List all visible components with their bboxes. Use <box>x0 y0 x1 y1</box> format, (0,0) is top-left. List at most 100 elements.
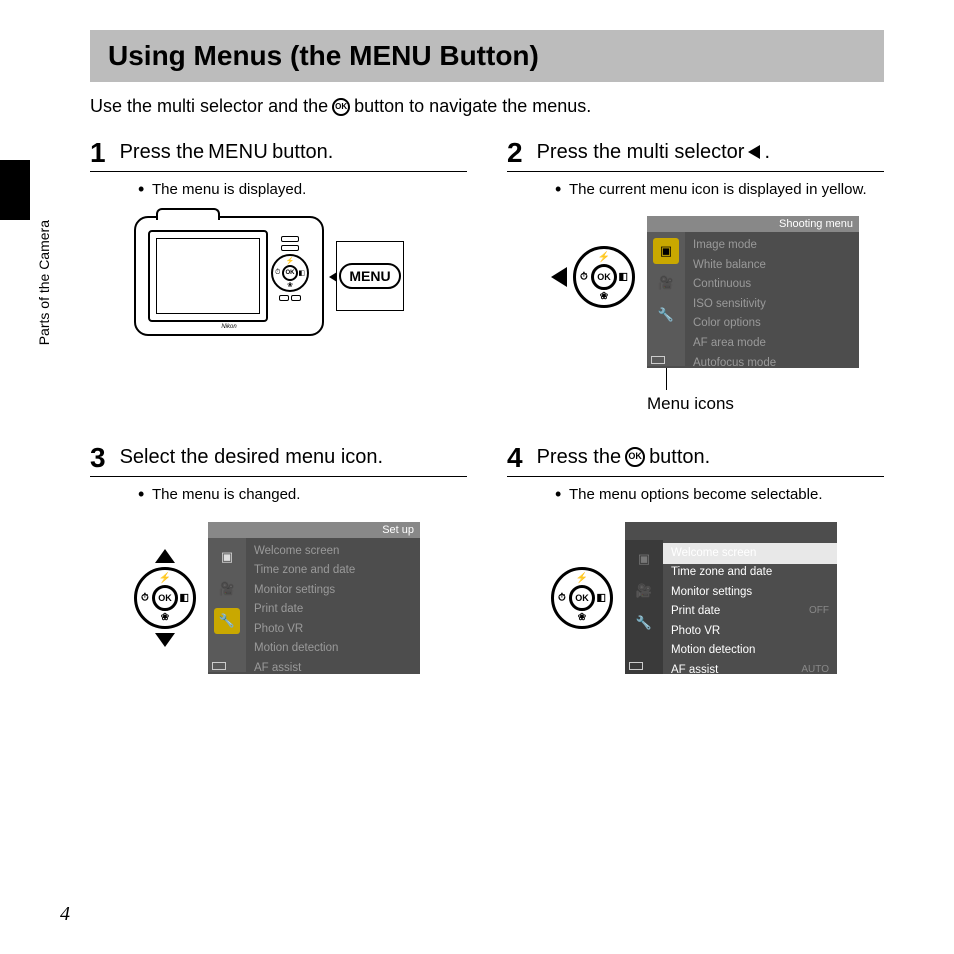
multi-selector-icon: ⚡ ⏱ ◧ ❀ OK <box>134 567 196 629</box>
step-bullet: The menu is displayed. <box>138 180 467 200</box>
movie-mode-icon: 🎥 <box>631 578 657 604</box>
ok-center-icon: OK <box>591 264 617 290</box>
step-2: 2 Press the multi selector . The current… <box>507 139 884 414</box>
up-arrow-icon <box>155 549 175 563</box>
menu-word: MENU <box>208 139 268 165</box>
page-title-box: Using Menus (the MENU Button) <box>90 30 884 82</box>
page-title-before: Using Menus (the <box>108 40 349 71</box>
list-item: AF assistAUTO <box>671 661 829 674</box>
battery-icon <box>629 662 643 670</box>
ok-icon: OK <box>332 98 350 116</box>
macro-mark-icon: ❀ <box>161 612 169 623</box>
multi-selector-icon: ⚡ ⏱ ◧ ❀ OK <box>271 254 309 292</box>
exposure-mark-icon: ◧ <box>619 272 628 283</box>
list-item: White balance <box>693 256 851 276</box>
step-title-before: Press the multi selector <box>537 139 745 165</box>
macro-mark-icon: ❀ <box>287 281 293 289</box>
list-item: Welcome screen <box>663 543 837 565</box>
step-title-after: button. <box>272 139 333 165</box>
exposure-mark-icon: ◧ <box>180 592 189 603</box>
flash-mark-icon: ⚡ <box>576 573 588 584</box>
step-number: 4 <box>507 444 523 472</box>
step-bullet: The menu is changed. <box>138 485 467 505</box>
macro-mark-icon: ❀ <box>578 612 586 623</box>
flash-mark-icon: ⚡ <box>159 573 171 584</box>
setup-mode-icon: 🔧 <box>653 302 679 328</box>
step-bullet: The current menu icon is displayed in ye… <box>555 180 884 200</box>
lcd-setup-menu: Set up ▣ 🎥 🔧 Welcome screen Time zone an… <box>208 522 420 674</box>
battery-icon <box>212 662 226 670</box>
step-title-before: Press the <box>537 444 621 470</box>
steps-grid: 1 Press the MENU button. The menu is dis… <box>90 139 884 674</box>
list-item: Photo VR <box>671 622 829 642</box>
camera-mode-icon: ▣ <box>631 546 657 572</box>
intro-after: button to navigate the menus. <box>354 96 591 117</box>
multi-selector-icon: ⚡ ⏱ ◧ ❀ OK <box>551 567 613 629</box>
vertical-arrows-icon: ⚡ ⏱ ◧ ❀ OK <box>134 549 196 647</box>
list-item: Print date <box>254 600 412 620</box>
step3-illustration: ⚡ ⏱ ◧ ❀ OK Set up ▣ 🎥 🔧 Welc <box>134 522 467 674</box>
ok-center-icon: OK <box>152 585 178 611</box>
macro-mark-icon: ❀ <box>600 291 608 302</box>
flash-mark-icon: ⚡ <box>598 252 610 263</box>
lcd-icon-column: ▣ 🎥 🔧 <box>647 232 685 366</box>
movie-mode-icon: 🎥 <box>653 270 679 296</box>
lcd-list: Welcome screen Time zone and date Monito… <box>246 538 420 672</box>
list-item: Motion detection <box>254 639 412 659</box>
lcd-shooting-menu: Shooting menu ▣ 🎥 🔧 Image mode White bal… <box>647 216 859 368</box>
list-item: AF area mode <box>693 334 851 354</box>
step-title: Select the desired menu icon. <box>120 444 384 470</box>
timer-mark-icon: ⏱ <box>141 592 149 603</box>
lcd-list: Welcome screen Time zone and date Monito… <box>663 540 837 674</box>
mini-button-icon <box>281 245 299 251</box>
camera-controls-icon: ⚡ ⏱ ◧ ❀ OK <box>268 236 312 301</box>
exposure-mark-icon: ◧ <box>597 592 606 603</box>
list-item: Continuous <box>693 275 851 295</box>
list-item: AF assist <box>254 659 412 674</box>
lcd-header: Set up <box>208 522 420 538</box>
step-number: 3 <box>90 444 106 472</box>
list-item: Monitor settings <box>671 583 829 603</box>
list-item: Image mode <box>693 236 851 256</box>
thumb-tab-block <box>0 160 30 220</box>
step-4: 4 Press the OK button. The menu options … <box>507 444 884 673</box>
menu-button-icon: MENU <box>339 263 400 289</box>
down-arrow-icon <box>155 633 175 647</box>
list-item: Autofocus mode <box>693 354 851 369</box>
list-item: ISO sensitivity <box>693 295 851 315</box>
list-item: Motion detection <box>671 641 829 661</box>
battery-icon <box>651 356 665 364</box>
camera-illustration: ⚡ ⏱ ◧ ❀ OK Nikon MENU <box>134 216 467 336</box>
flash-mark-icon: ⚡ <box>286 257 295 265</box>
setup-mode-icon: 🔧 <box>214 608 240 634</box>
timer-mark-icon: ⏱ <box>558 592 566 603</box>
list-item: Time zone and date <box>254 561 412 581</box>
camera-mode-icon: ▣ <box>653 238 679 264</box>
page-number: 4 <box>60 903 70 926</box>
list-item: Color options <box>693 314 851 334</box>
camera-screen-icon <box>148 230 268 322</box>
camera-body-icon: ⚡ ⏱ ◧ ❀ OK Nikon <box>134 216 324 336</box>
step-title-after: button. <box>649 444 710 470</box>
left-arrow-icon <box>551 267 567 287</box>
menu-word: MENU <box>349 40 431 71</box>
step-number: 2 <box>507 139 523 167</box>
mini-button-icon <box>279 295 289 301</box>
setup-mode-icon: 🔧 <box>631 610 657 636</box>
brand-label: Nikon <box>221 324 236 330</box>
lcd-icon-column: ▣ 🎥 🔧 <box>208 538 246 672</box>
exposure-mark-icon: ◧ <box>298 269 305 277</box>
mini-button-icon <box>291 295 301 301</box>
lcd-icon-column: ▣ 🎥 🔧 <box>625 540 663 674</box>
step-title-before: Press the <box>120 139 204 165</box>
lcd-options-menu: ▣ 🎥 🔧 Welcome screen Time zone and date … <box>625 522 837 674</box>
list-item: Welcome screen <box>254 542 412 562</box>
step-bullet: The menu options become selectable. <box>555 485 884 505</box>
list-item: Time zone and date <box>671 563 829 583</box>
section-side-label: Parts of the Camera <box>36 220 52 345</box>
timer-mark-icon: ⏱ <box>580 272 588 283</box>
left-triangle-icon <box>748 145 760 159</box>
lcd-list: Image mode White balance Continuous ISO … <box>685 232 859 366</box>
list-item: Print dateOFF <box>671 602 829 622</box>
ok-center-icon: OK <box>569 585 595 611</box>
